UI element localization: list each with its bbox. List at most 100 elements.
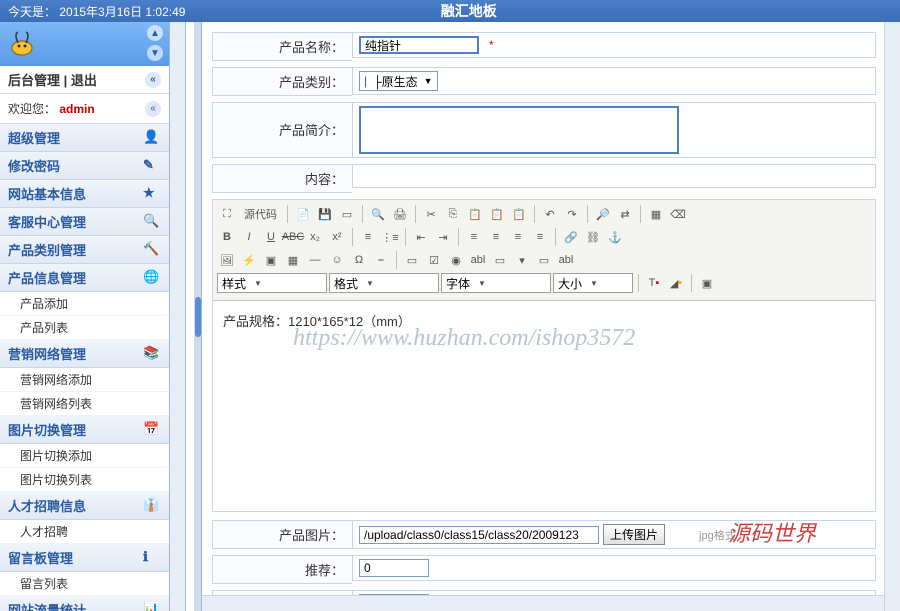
menu-sub-人才招聘[interactable]: 人才招聘 [0,520,169,544]
collapse-left-icon-2[interactable]: « [145,101,161,117]
remove-format-icon[interactable]: ⌫ [668,204,688,224]
paste-text-icon[interactable]: 📋 [487,204,507,224]
content-scrollbar-h[interactable] [202,595,884,611]
hidden-icon[interactable]: abl [556,250,576,270]
size-select[interactable]: 大小▼ [553,273,633,293]
menu-group-网站流量统计[interactable]: 网站流量统计📊 [0,596,169,611]
print-icon[interactable]: 🖨 [390,204,410,224]
table-icon[interactable]: ▦ [283,250,303,270]
splitter[interactable] [194,22,202,611]
form-icon[interactable]: ▭ [402,250,422,270]
menu-sub-留言列表[interactable]: 留言列表 [0,572,169,596]
product-name-label: 产品名称： [212,32,352,61]
underline-icon[interactable]: U [261,227,281,247]
recommend-input[interactable] [359,559,429,577]
ol-icon[interactable]: ≡ [358,227,378,247]
italic-icon[interactable]: I [239,227,259,247]
undo-icon[interactable]: ↶ [540,204,560,224]
star-icon: ★ [143,185,161,203]
menu-group-网站基本信息[interactable]: 网站基本信息★ [0,180,169,208]
upload-image-button[interactable]: 上传图片 [603,524,665,545]
source-button[interactable]: 源代码 [239,204,282,224]
product-category-select[interactable]: | ├原生态 ▼ [359,71,438,91]
preview-icon[interactable]: 🔍 [368,204,388,224]
maximize-icon[interactable]: ▣ [697,273,717,293]
subscript-icon[interactable]: x₂ [305,227,325,247]
sidebar-down-icon[interactable]: ▼ [147,45,163,61]
product-brief-textarea[interactable] [359,106,679,154]
save-icon[interactable]: 💾 [315,204,335,224]
button-icon[interactable]: ▭ [534,250,554,270]
align-right-icon[interactable]: ≡ [508,227,528,247]
media-icon[interactable]: ▣ [261,250,281,270]
smiley-icon[interactable]: ☺ [327,250,347,270]
page-icon[interactable]: ▭ [337,204,357,224]
indent-icon[interactable]: ⇥ [433,227,453,247]
expand-icon[interactable]: ⛶ [217,204,237,224]
menu-sub-产品列表[interactable]: 产品列表 [0,316,169,340]
user-suit-icon: 👤 [143,129,161,147]
superscript-icon[interactable]: x² [327,227,347,247]
redo-icon[interactable]: ↷ [562,204,582,224]
admin-panel-label[interactable]: 后台管理 [8,73,60,88]
anchor-icon[interactable]: ⚓ [605,227,625,247]
sidebar-up-icon[interactable]: ▲ [147,25,163,41]
splitter-handle-icon[interactable] [195,297,201,337]
replace-icon[interactable]: ⇄ [615,204,635,224]
image-icon[interactable]: 🖼 [217,250,237,270]
align-justify-icon[interactable]: ≡ [530,227,550,247]
menu-sub-图片切换列表[interactable]: 图片切换列表 [0,468,169,492]
new-doc-icon[interactable]: 📄 [293,204,313,224]
menu-group-留言板管理[interactable]: 留言板管理ℹ [0,544,169,572]
content-scrollbar-v[interactable] [884,22,900,611]
sidebar-scrollbar[interactable] [170,22,186,611]
select-icon[interactable]: ▾ [512,250,532,270]
bold-icon[interactable]: B [217,227,237,247]
select-all-icon[interactable]: ▦ [646,204,666,224]
text-color-icon[interactable]: T▪ [644,273,664,293]
paste-icon[interactable]: 📋 [465,204,485,224]
unlink-icon[interactable]: ⛓ [583,227,603,247]
menu-group-人才招聘信息[interactable]: 人才招聘信息👔 [0,492,169,520]
copy-icon[interactable]: ⎘ [443,204,463,224]
font-select[interactable]: 字体▼ [441,273,551,293]
editor-body[interactable]: 产品规格：1210*165*12（mm） https://www.huzhan.… [213,301,875,511]
special-char-icon[interactable]: Ω [349,250,369,270]
align-center-icon[interactable]: ≡ [486,227,506,247]
menu-group-超级管理[interactable]: 超级管理👤 [0,124,169,152]
find-icon[interactable]: 🔎 [593,204,613,224]
logout-link[interactable]: 退出 [71,73,97,88]
menu-sub-营销网络列表[interactable]: 营销网络列表 [0,392,169,416]
link-icon[interactable]: 🔗 [561,227,581,247]
align-left-icon[interactable]: ≡ [464,227,484,247]
menu-group-图片切换管理[interactable]: 图片切换管理📅 [0,416,169,444]
hr-icon[interactable]: — [305,250,325,270]
pagebreak-icon[interactable]: ⎯ [371,250,391,270]
menu-group-客服中心管理[interactable]: 客服中心管理🔍 [0,208,169,236]
radio-icon[interactable]: ◉ [446,250,466,270]
menu-sub-产品添加[interactable]: 产品添加 [0,292,169,316]
paste-word-icon[interactable]: 📋 [509,204,529,224]
checkbox-icon[interactable]: ☑ [424,250,444,270]
textarea-icon[interactable]: ▭ [490,250,510,270]
format-select[interactable]: 格式▼ [329,273,439,293]
menu-group-产品类别管理[interactable]: 产品类别管理🔨 [0,236,169,264]
menu-group-产品信息管理[interactable]: 产品信息管理🌐 [0,264,169,292]
menu-group-修改密码[interactable]: 修改密码✎ [0,152,169,180]
cut-icon[interactable]: ✂ [421,204,441,224]
collapse-left-icon[interactable]: « [145,72,161,88]
product-name-input[interactable] [359,36,479,54]
date-value: 2015年3月16日 1:02:49 [59,5,185,19]
flash-icon[interactable]: ⚡ [239,250,259,270]
menu-sub-营销网络添加[interactable]: 营销网络添加 [0,368,169,392]
textfield-icon[interactable]: abl [468,250,488,270]
ul-icon[interactable]: ⋮≡ [380,227,400,247]
welcome-label: 欢迎您： [8,102,56,116]
outdent-icon[interactable]: ⇤ [411,227,431,247]
product-image-input[interactable] [359,526,599,544]
menu-group-营销网络管理[interactable]: 营销网络管理📚 [0,340,169,368]
menu-sub-图片切换添加[interactable]: 图片切换添加 [0,444,169,468]
strike-icon[interactable]: ABC [283,227,303,247]
style-select[interactable]: 样式▼ [217,273,327,293]
bg-color-icon[interactable]: ◢▪ [666,273,686,293]
